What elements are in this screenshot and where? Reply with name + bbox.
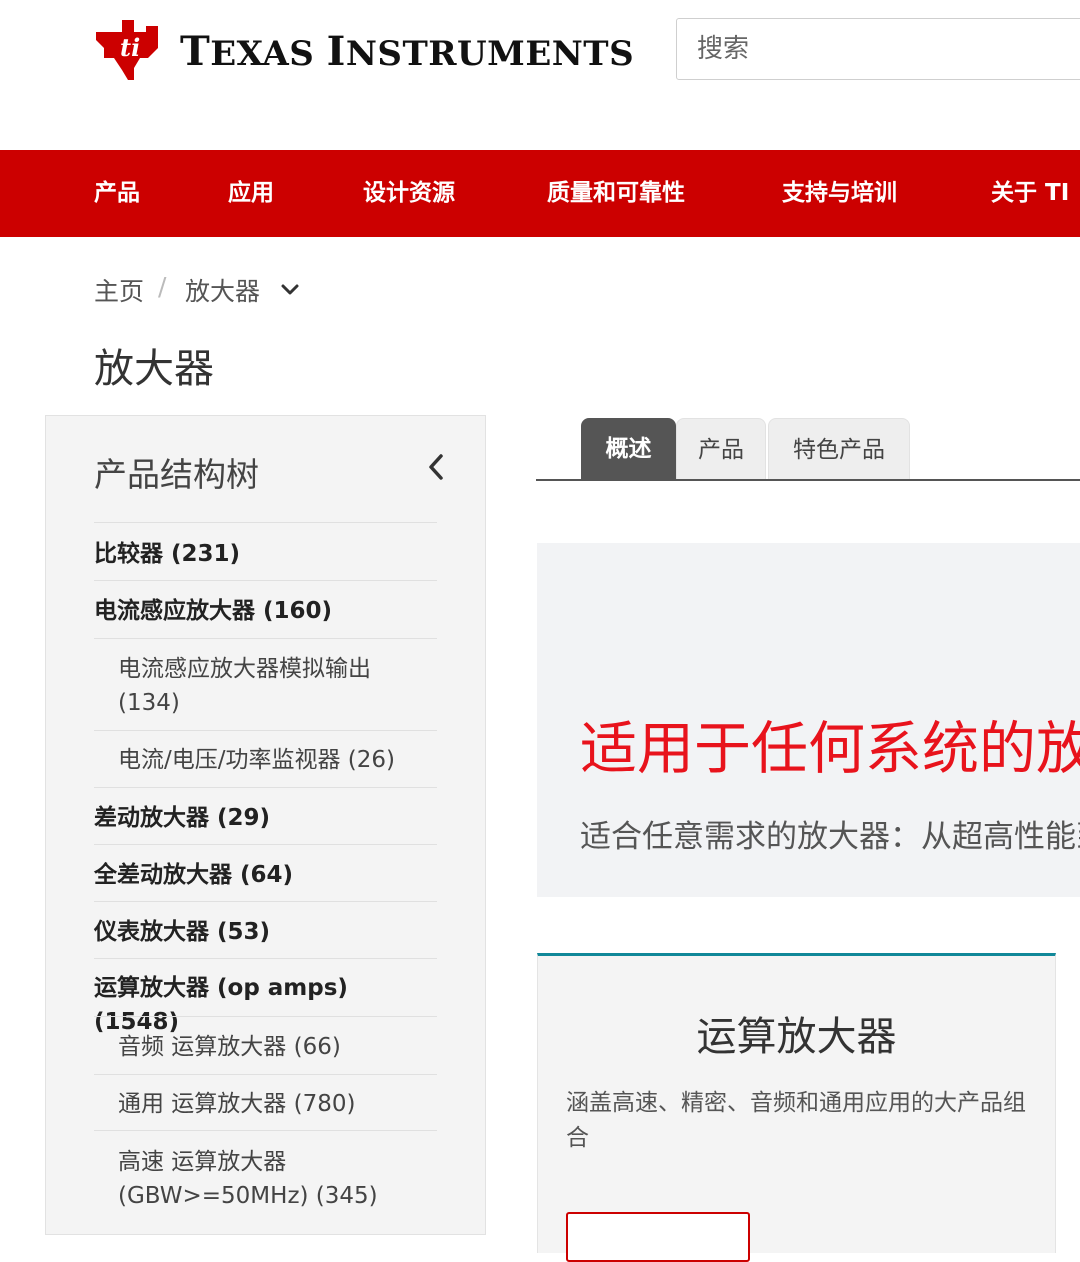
- brand-initial-i: I: [326, 28, 346, 75]
- svg-text:ti: ti: [120, 33, 140, 62]
- card-button[interactable]: [566, 1212, 750, 1262]
- nav-item-about-ti[interactable]: 关于 TI: [991, 150, 1069, 237]
- nav-item-applications[interactable]: 应用: [228, 150, 274, 237]
- tree-item-label: 仪表放大器 (53): [94, 919, 271, 945]
- nav-item-support-training[interactable]: 支持与培训: [782, 150, 897, 237]
- tab-underline: [536, 479, 1080, 481]
- tab-products[interactable]: 产品: [676, 418, 766, 480]
- tree-item-current-sense-analog-output[interactable]: 电流感应放大器模拟输出 (134): [94, 638, 437, 730]
- card-title: 运算放大器: [696, 1014, 897, 1060]
- tree-item-instrumentation-amplifiers[interactable]: 仪表放大器 (53): [94, 901, 437, 958]
- category-card-op-amps[interactable]: 运算放大器 涵盖高速、精密、音频和通用应用的大产品组合: [537, 953, 1056, 1262]
- brand-initial-t: T: [180, 28, 211, 75]
- tree-item-label: 差动放大器 (29): [94, 805, 271, 831]
- tree-item-difference-amplifiers[interactable]: 差动放大器 (29): [94, 787, 437, 844]
- ti-logo-icon[interactable]: ti: [94, 18, 160, 84]
- brand-word-instruments: NSTRUMENTS: [345, 34, 635, 74]
- tree-item-label: 比较器 (231): [94, 541, 241, 567]
- tree-item-label: 音频 运算放大器 (66): [118, 1034, 341, 1060]
- tree-item-label: 高速 运算放大器 (GBW>=50MHz) (345): [118, 1149, 378, 1209]
- tree-item-label: 通用 运算放大器 (780): [118, 1091, 356, 1117]
- tree-item-label: 全差动放大器 (64): [94, 862, 294, 888]
- chevron-left-icon[interactable]: [424, 450, 448, 484]
- tab-overview[interactable]: 概述: [581, 418, 676, 480]
- search-input[interactable]: [676, 18, 1080, 80]
- tab-featured-products[interactable]: 特色产品: [768, 418, 910, 480]
- chevron-down-icon[interactable]: [279, 281, 301, 299]
- breadcrumb-current[interactable]: 放大器: [185, 272, 260, 308]
- nav-item-design-resources[interactable]: 设计资源: [363, 150, 455, 237]
- hero-title: 适用于任何系统的放大器: [580, 716, 1080, 782]
- tree-item-label: 电流/电压/功率监视器 (26): [118, 747, 396, 773]
- tree-item-label: 电流感应放大器 (160): [94, 598, 333, 624]
- tree-item-audio-op-amps[interactable]: 音频 运算放大器 (66): [94, 1016, 437, 1074]
- tree-item-comparators[interactable]: 比较器 (231): [94, 522, 437, 580]
- main-nav: 产品 应用 设计资源 质量和可靠性 支持与培训 关于 TI: [0, 150, 1080, 237]
- brand-wordmark[interactable]: TEXAS INSTRUMENTS: [180, 28, 634, 75]
- hero-subtitle: 适合任意需求的放大器：从超高性能到低成本: [580, 819, 1080, 855]
- tree-item-current-sense-amplifiers[interactable]: 电流感应放大器 (160): [94, 580, 437, 638]
- tree-item-high-speed-op-amps[interactable]: 高速 运算放大器 (GBW>=50MHz) (345): [94, 1130, 437, 1215]
- nav-item-quality-reliability[interactable]: 质量和可靠性: [547, 150, 685, 237]
- breadcrumb-separator: /: [158, 272, 167, 301]
- product-tree-title: 产品结构树: [94, 455, 259, 494]
- tree-item-fully-differential-amplifiers[interactable]: 全差动放大器 (64): [94, 844, 437, 901]
- card-description: 涵盖高速、精密、音频和通用应用的大产品组合: [566, 1090, 1026, 1151]
- tree-item-op-amps[interactable]: 运算放大器 (op amps) (1548): [94, 958, 437, 1035]
- breadcrumb-home[interactable]: 主页: [94, 272, 144, 308]
- tree-item-label: 电流感应放大器模拟输出 (134): [118, 656, 371, 716]
- tree-item-general-purpose-op-amps[interactable]: 通用 运算放大器 (780): [94, 1074, 437, 1130]
- brand-word-texas: EXAS: [210, 34, 327, 74]
- tree-item-current-voltage-power-monitors[interactable]: 电流/电压/功率监视器 (26): [94, 730, 437, 787]
- nav-item-products[interactable]: 产品: [94, 150, 140, 237]
- page-title: 放大器: [94, 346, 214, 392]
- hero-banner: 适用于任何系统的放大器 适合任意需求的放大器：从超高性能到低成本: [537, 543, 1080, 897]
